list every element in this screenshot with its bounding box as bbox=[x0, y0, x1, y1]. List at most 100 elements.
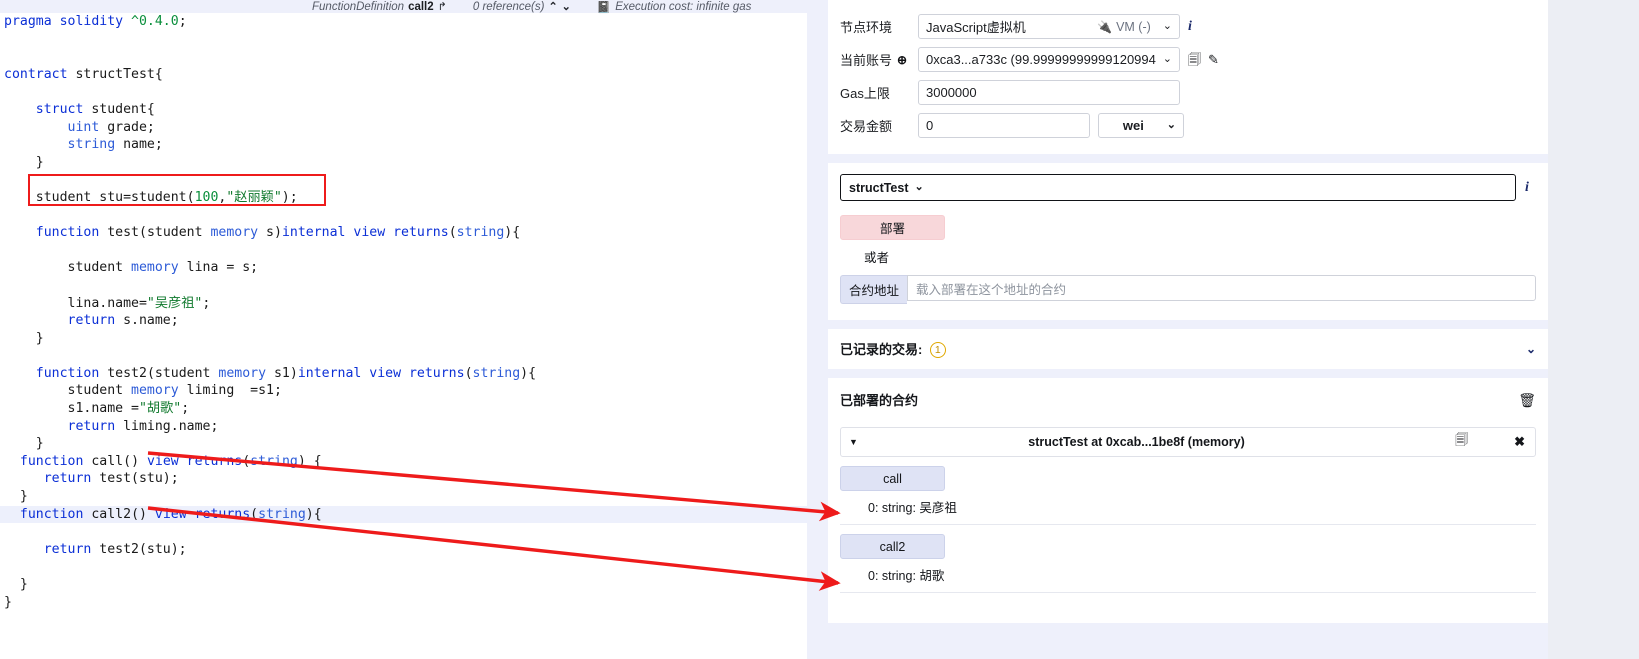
code-line[interactable] bbox=[4, 83, 807, 101]
code-line[interactable] bbox=[4, 48, 807, 66]
code-line[interactable]: return test2(stu); bbox=[4, 541, 807, 559]
code-token: ){ bbox=[305, 506, 322, 522]
deployed-instance-header[interactable]: ▼ structTest at 0xcab...1be8f (memory) 🗐… bbox=[840, 427, 1536, 457]
code-line[interactable]: uint grade; bbox=[4, 119, 807, 137]
code-token: } bbox=[4, 436, 44, 452]
execution-cost-label: Execution cost: infinite gas bbox=[615, 1, 752, 13]
code-line[interactable]: return liming.name; bbox=[4, 418, 807, 436]
function-entry-call: call 0: string: 吴彦祖 bbox=[840, 466, 1536, 525]
status-references[interactable]: 0 reference(s) ⌃ ⌄ bbox=[473, 0, 571, 14]
code-token: ); bbox=[281, 189, 298, 205]
code-line[interactable]: lina.name="吴彦祖"; bbox=[4, 295, 807, 313]
edit-pencil-icon[interactable]: ✎ bbox=[1208, 53, 1219, 66]
recorded-transactions-header[interactable]: 已记录的交易: 1 ⌄ bbox=[828, 329, 1548, 369]
code-line[interactable] bbox=[4, 523, 807, 541]
copy-icon[interactable]: 🗐 bbox=[1455, 431, 1468, 453]
code-token: returns bbox=[194, 506, 251, 522]
code-line[interactable] bbox=[4, 31, 807, 49]
code-line[interactable]: student stu=student(100,"赵丽颖"); bbox=[4, 189, 807, 207]
environment-select[interactable]: JavaScript虚拟机 🔌 VM (-) ⌄ bbox=[918, 14, 1180, 39]
deploy-button[interactable]: 部署 bbox=[840, 215, 945, 240]
code-token: memory bbox=[210, 225, 259, 241]
code-line[interactable] bbox=[4, 558, 807, 576]
code-line[interactable]: } bbox=[4, 154, 807, 172]
code-line[interactable]: function call2() view returns(string){ bbox=[0, 505, 807, 524]
account-select[interactable]: 0xca3...a733c (99.99999999999120994 ⌄ bbox=[918, 47, 1180, 72]
copy-icon[interactable]: 🗐 bbox=[1188, 53, 1201, 66]
code-token: s.name; bbox=[115, 313, 179, 329]
code-line[interactable]: struct student{ bbox=[4, 101, 807, 119]
chevron-down-icon[interactable]: ⌄ bbox=[562, 0, 571, 13]
code-editor-pane[interactable]: FunctionDefinition call2 ↱ 0 reference(s… bbox=[0, 0, 807, 659]
chevron-up-icon[interactable]: ⌃ bbox=[548, 0, 557, 13]
account-value: 0xca3...a733c (99.99999999999120994 bbox=[926, 52, 1156, 67]
code-token: student{ bbox=[91, 101, 155, 117]
code-line[interactable]: string name; bbox=[4, 136, 807, 154]
environment-value: JavaScript虚拟机 bbox=[926, 20, 1026, 35]
code-line[interactable] bbox=[4, 207, 807, 225]
value-input[interactable]: 0 bbox=[918, 113, 1090, 138]
value-unit: wei bbox=[1122, 118, 1144, 133]
gas-limit-input[interactable]: 3000000 bbox=[918, 80, 1180, 105]
code-line[interactable]: } bbox=[4, 488, 807, 506]
code-token: memory bbox=[131, 383, 179, 399]
code-line[interactable]: pragma solidity ^0.4.0; bbox=[4, 13, 807, 31]
code-line[interactable] bbox=[4, 242, 807, 260]
code-line[interactable] bbox=[4, 347, 807, 365]
call2-button[interactable]: call2 bbox=[840, 534, 945, 559]
code-line[interactable]: return s.name; bbox=[4, 312, 807, 330]
call-button[interactable]: call bbox=[840, 466, 945, 491]
code-line[interactable]: student memory lina = s; bbox=[4, 259, 807, 277]
code-line[interactable]: } bbox=[4, 576, 807, 594]
code-token: ){ bbox=[504, 225, 521, 241]
code-line[interactable]: function test2(student memory s1)interna… bbox=[4, 365, 807, 383]
code-line[interactable]: function test(student memory s)internal … bbox=[4, 224, 807, 242]
info-icon[interactable]: i bbox=[1525, 180, 1529, 196]
code-token: function bbox=[35, 365, 108, 381]
code-line[interactable]: } bbox=[4, 435, 807, 453]
code-line[interactable]: return test(stu); bbox=[4, 470, 807, 488]
code-token: test(stu); bbox=[91, 471, 179, 487]
recorded-transactions-card[interactable]: 已记录的交易: 1 ⌄ bbox=[828, 329, 1548, 369]
code-token: student bbox=[4, 260, 132, 276]
chevron-down-icon[interactable]: ⌄ bbox=[1163, 54, 1172, 65]
chevron-down-icon[interactable]: ⌄ bbox=[915, 182, 924, 193]
code-line[interactable]: } bbox=[4, 330, 807, 348]
code-token: } bbox=[4, 154, 44, 170]
code-line[interactable]: } bbox=[4, 594, 807, 612]
chevron-down-icon[interactable]: ⌄ bbox=[1163, 21, 1172, 32]
reference-arrow-icon[interactable]: ↱ bbox=[438, 0, 447, 13]
at-address-button[interactable]: 合约地址 bbox=[840, 275, 908, 304]
editor-status-bar: FunctionDefinition call2 ↱ 0 reference(s… bbox=[0, 0, 807, 14]
value-unit-select[interactable]: wei ⌄ bbox=[1098, 113, 1184, 138]
contract-select[interactable]: structTest ⌄ bbox=[840, 174, 1516, 201]
function-separator bbox=[840, 524, 1536, 525]
code-line[interactable]: function call() view returns(string) { bbox=[4, 453, 807, 471]
code-token: view bbox=[154, 506, 195, 522]
trash-icon[interactable]: 🗑 bbox=[1518, 393, 1536, 407]
code-token: returns bbox=[393, 225, 449, 241]
code-line[interactable] bbox=[4, 171, 807, 189]
chevron-down-icon[interactable]: ⌄ bbox=[1167, 120, 1176, 131]
code-token: (student bbox=[139, 225, 211, 241]
code-line[interactable]: s1.name ="胡歌"; bbox=[4, 400, 807, 418]
chevron-down-icon[interactable]: ⌄ bbox=[1526, 342, 1536, 356]
code-token: memory bbox=[218, 365, 267, 381]
status-execution-cost: 📓 Execution cost: infinite gas bbox=[597, 0, 752, 14]
code-token: string bbox=[250, 453, 298, 469]
pane-divider[interactable] bbox=[807, 0, 828, 659]
status-node-type: FunctionDefinition call2 ↱ bbox=[312, 0, 447, 14]
code-line[interactable] bbox=[4, 277, 807, 295]
code-line[interactable]: student memory liming =s1; bbox=[4, 382, 807, 400]
code-line[interactable]: contract structTest{ bbox=[4, 66, 807, 84]
close-x-icon[interactable]: ✖ bbox=[1514, 434, 1525, 450]
code-token: } bbox=[4, 330, 44, 346]
info-icon[interactable]: i bbox=[1188, 19, 1192, 35]
code-token: s1) bbox=[266, 365, 298, 381]
code-content[interactable]: pragma solidity ^0.4.0; contract structT… bbox=[0, 13, 807, 611]
at-address-input[interactable]: 载入部署在这个地址的合约 bbox=[907, 275, 1536, 301]
plus-circle-icon[interactable]: ⊕ bbox=[897, 54, 907, 66]
row-gas-limit: Gas上限 3000000 bbox=[840, 76, 1536, 109]
